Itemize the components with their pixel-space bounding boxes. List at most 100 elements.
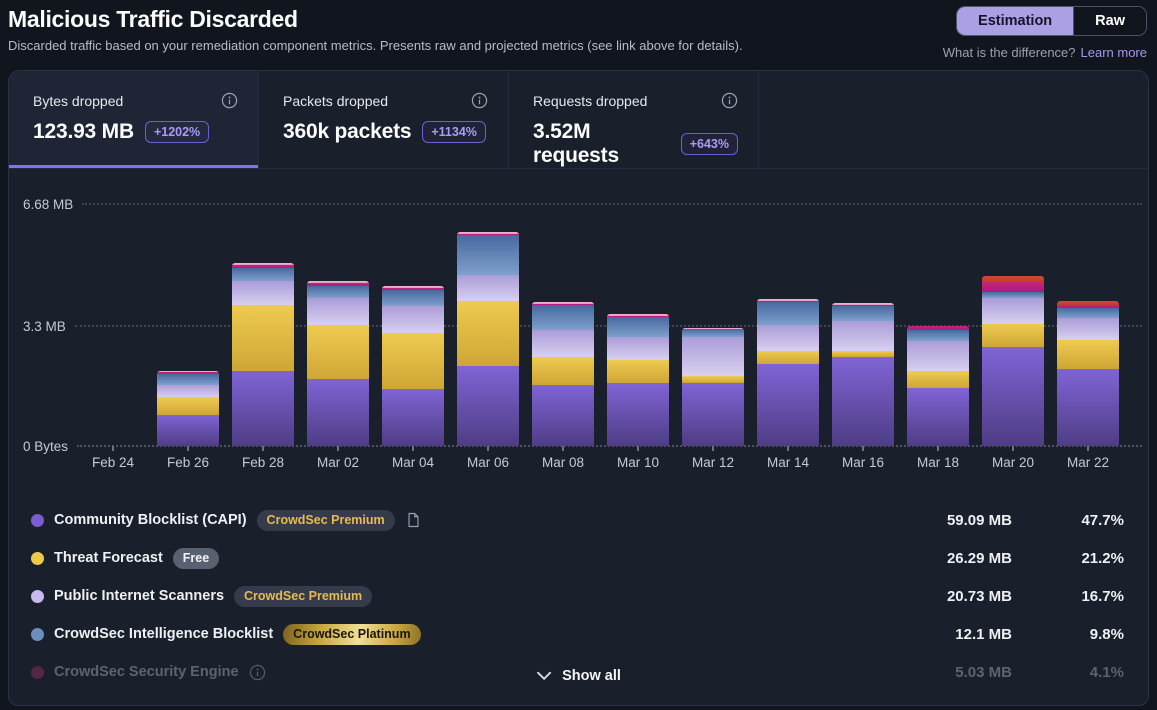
segment-crowdsec-intelligence-blocklist [457,235,519,275]
tab-header: Bytes dropped [33,92,238,109]
series-label: Public Internet Scanners [54,588,224,604]
legend-row-threat-forecast[interactable]: Threat ForecastFree26.29 MB21.2% [31,539,1124,577]
segment-crowdsec-intelligence-blocklist [232,268,294,281]
raw-button[interactable]: Raw [1073,7,1146,35]
x-axis-tick [712,446,714,451]
segment-crowdsec-intelligence-blocklist [307,286,369,298]
segment-public-internet-scanners [232,281,294,306]
series-percentage: 9.8% [1012,626,1124,643]
x-axis-label: Mar 14 [750,455,826,470]
tab-value: 123.93 MB [33,120,134,144]
segment-community-blocklist-capi- [157,415,219,446]
segment-crowdsec-intelligence-blocklist [682,329,744,337]
segment-threat-forecast [232,305,294,370]
segment-threat-forecast [157,397,219,415]
series-color-dot [31,514,44,527]
tier-badge-premium: CrowdSec Premium [234,586,372,607]
segment-crowdsec-intelligence-blocklist [607,317,669,337]
series-total-value: 59.09 MB [862,512,1012,529]
segment-public-internet-scanners [982,298,1044,324]
segment-crowdsec-intelligence-blocklist [157,374,219,386]
segment-public-internet-scanners [607,337,669,360]
document-icon[interactable] [407,512,420,528]
show-all-button[interactable]: Show all [536,668,621,684]
segment-public-internet-scanners [382,306,444,333]
series-percentage: 16.7% [1012,588,1124,605]
bar-feb-28[interactable] [232,263,294,446]
x-axis-label: Mar 18 [900,455,976,470]
x-axis-label: Feb 26 [150,455,226,470]
legend-item: CrowdSec Security Engine [31,664,862,681]
x-axis-tick [637,446,639,451]
page-subtitle: Discarded traffic based on your remediat… [8,38,743,53]
bar-mar-16[interactable] [832,303,894,446]
tab-packets-dropped[interactable]: Packets dropped360k packets+1134% [259,71,509,168]
bar-mar-04[interactable] [382,286,444,446]
bar-mar-10[interactable] [607,314,669,446]
segment-threat-forecast [757,351,819,364]
y-axis-label: 6.68 MB [9,197,73,212]
x-axis-label: Mar 06 [450,455,526,470]
segment-threat-forecast [457,301,519,366]
tab-requests-dropped[interactable]: Requests dropped3.52M requests+643% [509,71,759,168]
segment-community-blocklist-capi- [907,388,969,446]
segment-public-internet-scanners [532,330,594,357]
segment-public-internet-scanners [1057,318,1119,340]
bar-feb-26[interactable] [157,371,219,446]
bar-mar-02[interactable] [307,281,369,446]
estimation-button[interactable]: Estimation [957,7,1073,35]
header-titles: Malicious Traffic Discarded Discarded tr… [8,6,743,53]
series-label: Threat Forecast [54,550,163,566]
info-icon[interactable] [471,92,488,109]
x-axis-label: Mar 04 [375,455,451,470]
x-axis-label: Feb 28 [225,455,301,470]
bar-mar-06[interactable] [457,232,519,446]
tab-change-badge: +1134% [422,121,486,143]
tab-label: Bytes dropped [33,93,123,109]
series-total-value: 12.1 MB [862,626,1012,643]
segment-community-blocklist-capi- [457,366,519,446]
x-axis-tick [487,446,489,451]
info-icon[interactable] [249,664,266,681]
tab-bytes-dropped[interactable]: Bytes dropped 123.93 MB +1202% [9,71,259,168]
x-axis-tick [337,446,339,451]
bar-mar-08[interactable] [532,302,594,446]
page-header: Malicious Traffic Discarded Discarded tr… [0,0,1157,70]
segment-community-blocklist-capi- [232,371,294,446]
series-total-value: 26.29 MB [862,550,1012,567]
chart-legend: Community Blocklist (CAPI) CrowdSec Premi… [9,471,1148,705]
segment-public-internet-scanners [832,321,894,350]
legend-row-community-blocklist-capi-[interactable]: Community Blocklist (CAPI) CrowdSec Premi… [31,501,1124,539]
x-axis-tick [112,446,114,451]
show-all-label: Show all [562,668,621,684]
traffic-panel: Bytes dropped 123.93 MB +1202% Packets drop… [8,70,1149,706]
y-gridline: 6.68 MB [9,195,1148,213]
segment-crowdsec-security-engine [982,282,1044,293]
tier-badge-free: Free [173,548,219,569]
bar-mar-20[interactable] [982,276,1044,446]
tier-badge-premium: CrowdSec Premium [257,510,395,531]
x-axis-tick [1012,446,1014,451]
segment-public-internet-scanners [757,325,819,351]
legend-row-crowdsec-intelligence-blocklist[interactable]: CrowdSec Intelligence BlocklistCrowdSec … [31,615,1124,653]
gridline [82,203,1142,205]
helper-text: What is the difference? [943,45,1076,60]
tab-change-badge: +1202% [145,121,209,143]
legend-row-public-internet-scanners[interactable]: Public Internet Scanners CrowdSec Premium… [31,577,1124,615]
bar-mar-14[interactable] [757,299,819,446]
toggle-helper: What is the difference? Learn more [943,45,1147,60]
bar-mar-18[interactable] [907,326,969,446]
info-icon[interactable] [721,92,738,109]
segment-public-internet-scanners [457,275,519,302]
x-axis-label: Mar 16 [825,455,901,470]
tab-value-row: 3.52M requests+643% [533,120,738,168]
estimation-raw-toggle: Estimation Raw [956,6,1147,36]
learn-more-link[interactable]: Learn more [1081,45,1147,60]
bar-mar-12[interactable] [682,328,744,446]
bar-mar-22[interactable] [1057,301,1119,446]
page-title: Malicious Traffic Discarded [8,6,743,33]
x-axis-label: Mar 02 [300,455,376,470]
series-label: Community Blocklist (CAPI) [54,512,247,528]
segment-threat-forecast [982,324,1044,347]
info-icon[interactable] [221,92,238,109]
